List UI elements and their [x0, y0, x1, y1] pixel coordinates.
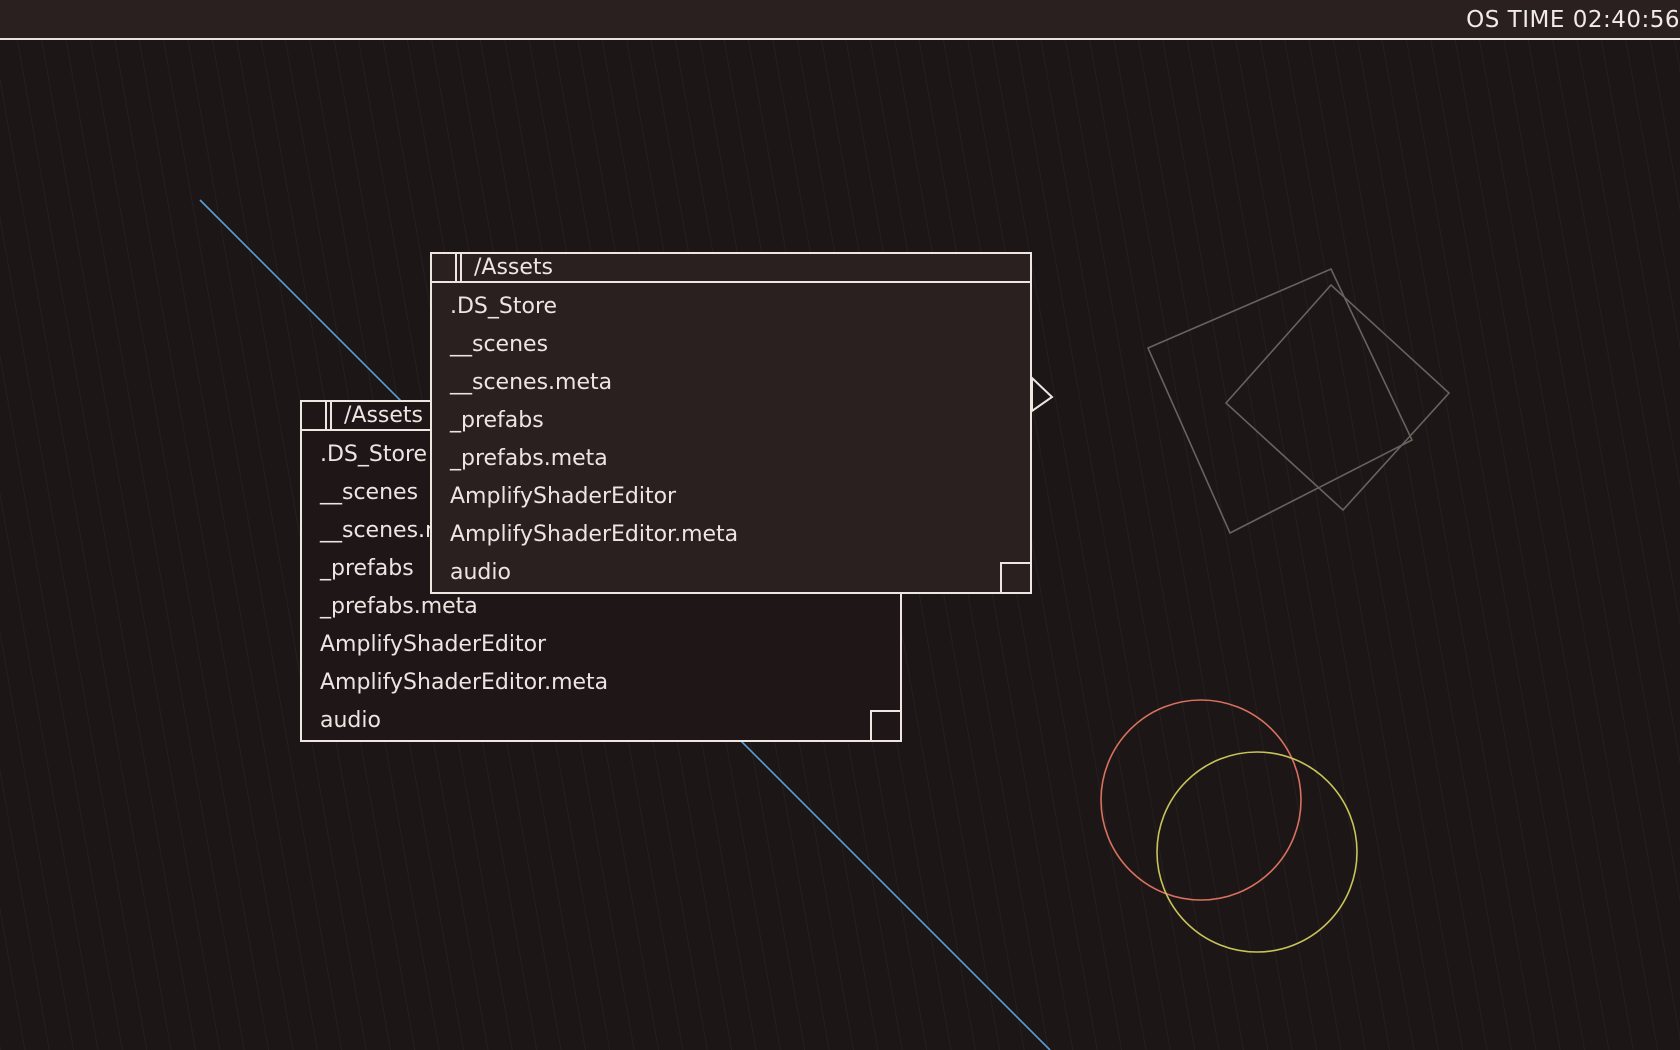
- file-item-audio[interactable]: audio: [450, 554, 738, 592]
- top-bar: OS TIME 02:40:56: [0, 0, 1680, 40]
- file-item-amplifyshadereditor[interactable]: AmplifyShaderEditor: [320, 626, 608, 664]
- window-title-bar[interactable]: /Assets: [432, 254, 1030, 283]
- file-item-scenes[interactable]: __scenes: [450, 326, 738, 364]
- desktop: OS TIME 02:40:56 /Assets .DS_Store __sce…: [0, 0, 1680, 1050]
- file-item-amplifyshadereditor[interactable]: AmplifyShaderEditor: [450, 478, 738, 516]
- file-item-ds-store[interactable]: .DS_Store: [450, 288, 738, 326]
- os-time-clock: OS TIME 02:40:56: [1466, 7, 1680, 33]
- file-item-amplifyshadereditor-meta[interactable]: AmplifyShaderEditor.meta: [450, 516, 738, 554]
- file-list: .DS_Store __scenes __scenes.meta _prefab…: [450, 288, 738, 592]
- file-item-prefabs-meta[interactable]: _prefabs.meta: [450, 440, 738, 478]
- file-browser-window-front[interactable]: /Assets .DS_Store __scenes __scenes.meta…: [430, 252, 1032, 594]
- outline-square-b: [1224, 283, 1451, 512]
- triangle-right-icon[interactable]: [1031, 375, 1054, 413]
- close-box-icon[interactable]: [302, 402, 332, 429]
- window-title: /Assets: [344, 403, 424, 428]
- window-title: /Assets: [474, 255, 554, 280]
- close-box-icon[interactable]: [432, 254, 462, 281]
- outline-square-a: [1146, 267, 1414, 535]
- outline-circle-yellow: [1156, 751, 1358, 953]
- file-item-prefabs[interactable]: _prefabs: [450, 402, 738, 440]
- file-item-scenes-meta[interactable]: __scenes.meta: [450, 364, 738, 402]
- resize-handle-icon[interactable]: [870, 710, 900, 740]
- file-item-audio[interactable]: audio: [320, 702, 608, 740]
- resize-handle-icon[interactable]: [1000, 562, 1030, 592]
- outline-circle-red: [1100, 699, 1302, 901]
- file-item-amplifyshadereditor-meta[interactable]: AmplifyShaderEditor.meta: [320, 664, 608, 702]
